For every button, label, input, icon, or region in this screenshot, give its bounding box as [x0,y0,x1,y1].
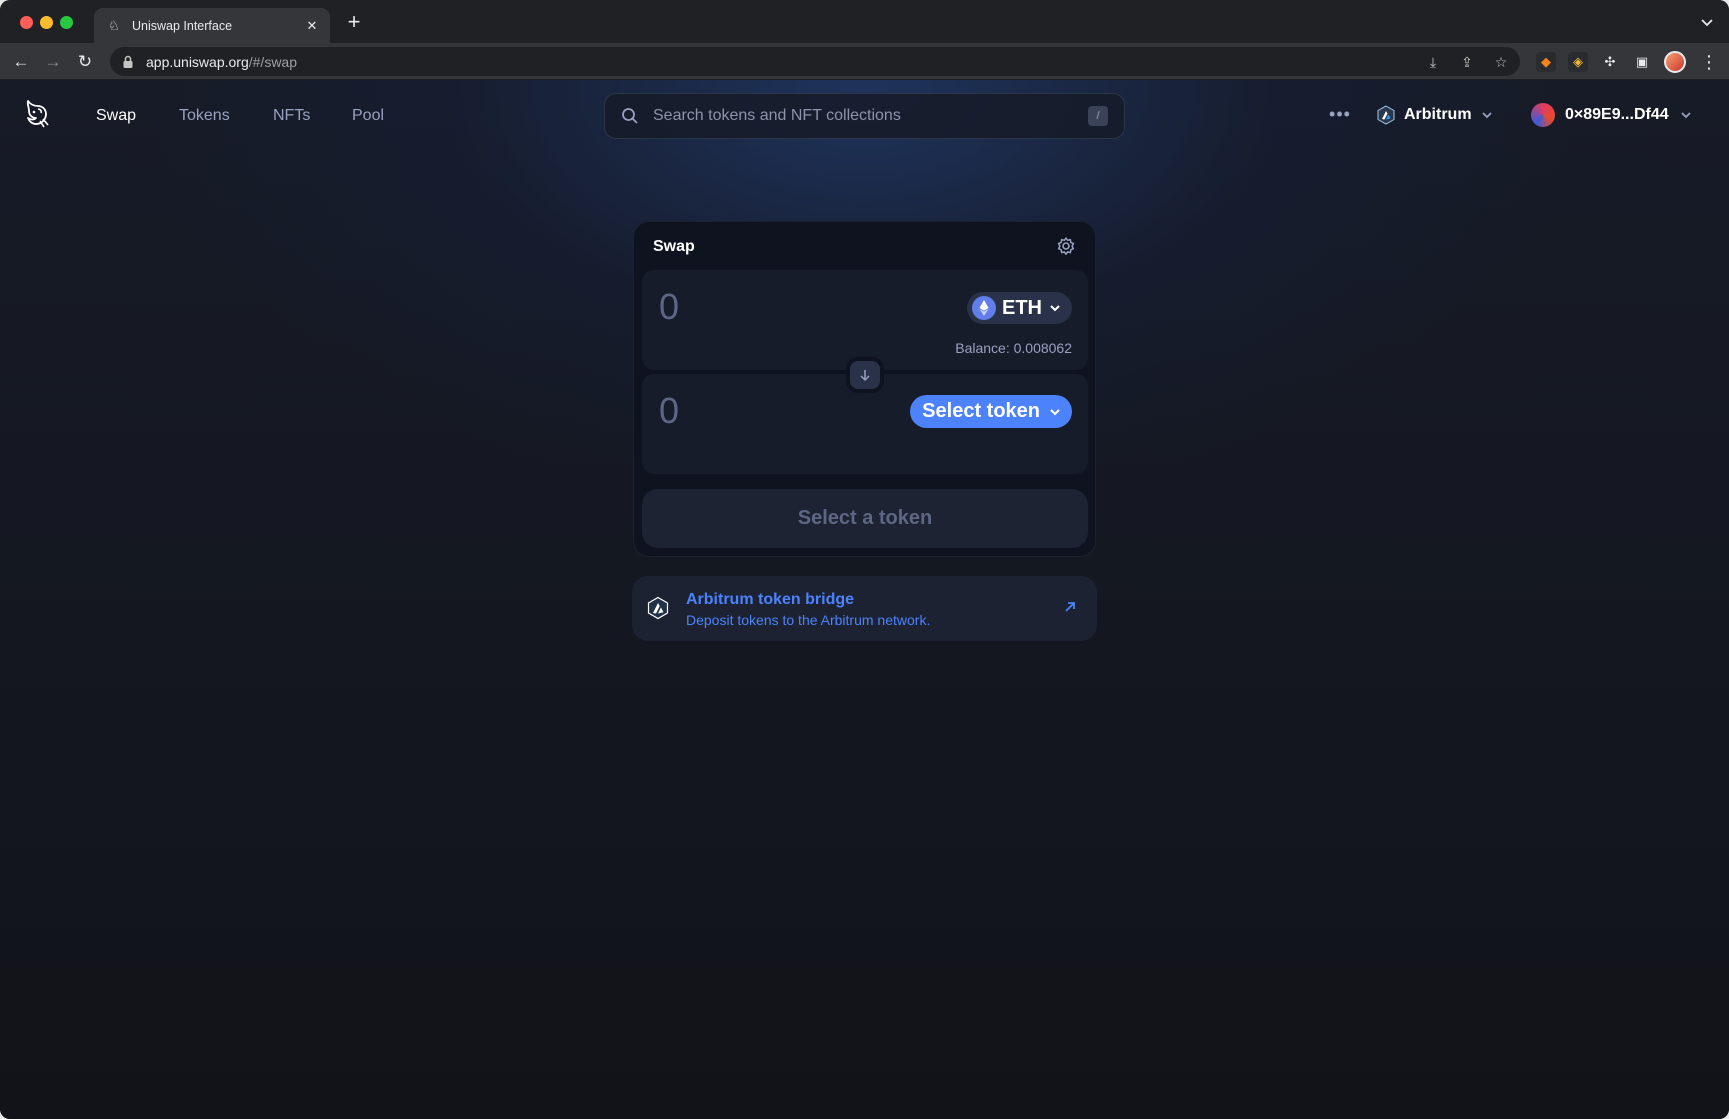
nav-pool[interactable]: Pool [352,107,384,125]
input-amount-field[interactable]: 0 [659,286,679,328]
chevron-down-icon [1050,408,1060,415]
select-token-button[interactable]: Select token [910,395,1072,428]
uniswap-logo-icon[interactable] [22,97,52,129]
search-icon [622,108,638,124]
forward-arrow-icon[interactable]: → [44,53,62,71]
input-token-selector[interactable]: ETH [967,292,1072,324]
nav-swap[interactable]: Swap [96,107,136,125]
chevron-down-icon [1050,305,1060,312]
search-placeholder: Search tokens and NFT collections [653,107,901,124]
account-button[interactable]: 0×89E9...Df44 [1531,98,1693,132]
switch-currencies-button[interactable] [846,357,884,393]
more-options-icon[interactable]: ••• [1327,104,1353,124]
tab-title: Uniswap Interface [132,18,233,33]
side-panel-icon[interactable]: ▣ [1632,52,1652,72]
swap-action-button[interactable]: Select a token [642,489,1088,548]
new-tab-button[interactable]: + [344,11,364,33]
chevron-down-icon [1680,112,1691,119]
close-window-button[interactable] [20,16,33,29]
bridge-subtitle: Deposit tokens to the Arbitrum network. [686,612,931,628]
top-navbar: Swap Tokens NFTs Pool Search tokens and … [0,80,1729,152]
network-label: Arbitrum [1404,106,1472,123]
minimize-window-button[interactable] [40,16,53,29]
account-address: 0×89E9...Df44 [1565,106,1669,123]
uniswap-app: Swap Tokens NFTs Pool Search tokens and … [0,80,1729,1119]
metamask-extension-icon[interactable]: ◆ [1536,52,1556,72]
maximize-window-button[interactable] [60,16,73,29]
swap-title: Swap [653,238,695,255]
search-input[interactable]: Search tokens and NFT collections / [604,93,1125,139]
arbitrum-icon [647,596,669,620]
nav-nfts[interactable]: NFTs [273,107,310,125]
browser-menu-icon[interactable]: ⋮ [1700,52,1718,72]
browser-tab[interactable]: ♘ Uniswap Interface ✕ [94,8,330,43]
reload-icon[interactable]: ↻ [76,53,94,71]
chevron-down-icon [1481,112,1492,119]
extensions-puzzle-icon[interactable]: ✣ [1600,52,1620,72]
unicorn-favicon-icon: ♘ [108,17,120,33]
search-shortcut-key: / [1088,106,1108,126]
external-arrow-icon [1065,602,1075,612]
gear-icon[interactable] [1055,235,1077,257]
address-bar[interactable]: app.uniswap.org/#/swap ⤓ ⇪ ☆ [110,47,1520,76]
nav-tokens[interactable]: Tokens [179,107,230,125]
arrow-down-icon [860,370,870,382]
install-app-icon[interactable]: ⤓ [1424,53,1442,71]
profile-avatar[interactable] [1664,51,1686,73]
tab-strip: ♘ Uniswap Interface ✕ + [0,0,1729,43]
share-icon[interactable]: ⇪ [1458,53,1476,71]
input-token-symbol: ETH [1002,296,1042,319]
browser-toolbar: ← → ↻ app.uniswap.org/#/swap ⤓ ⇪ ☆ ◆ ◈ ✣… [0,43,1729,80]
input-currency-panel: 0 ETH Balance: 0.008062 [642,270,1088,370]
output-amount-field[interactable]: 0 [659,390,679,432]
swap-card: Swap 0 ETH Balance: 0.008062 0 Select to… [633,221,1096,557]
network-selector[interactable]: Arbitrum [1376,98,1494,132]
select-token-label: Select token [922,400,1040,422]
account-avatar [1531,103,1555,127]
bridge-title: Arbitrum token bridge [686,591,855,608]
back-arrow-icon[interactable]: ← [12,53,30,71]
swap-action-label: Select a token [797,507,933,529]
arbitrum-icon [1377,105,1395,125]
arbitrum-bridge-banner[interactable]: Arbitrum token bridge Deposit tokens to … [632,576,1097,641]
lock-icon [123,55,133,68]
binance-extension-icon[interactable]: ◈ [1568,52,1588,72]
bookmark-star-icon[interactable]: ☆ [1492,53,1510,71]
tab-search-chevron-icon[interactable] [1699,14,1715,30]
browser-window: ♘ Uniswap Interface ✕ + ← → ↻ app.uniswa… [0,0,1729,1119]
close-tab-icon[interactable]: ✕ [304,18,320,34]
eth-icon [972,296,996,320]
url-text: app.uniswap.org/#/swap [146,53,297,70]
input-balance: Balance: 0.008062 [955,340,1072,356]
